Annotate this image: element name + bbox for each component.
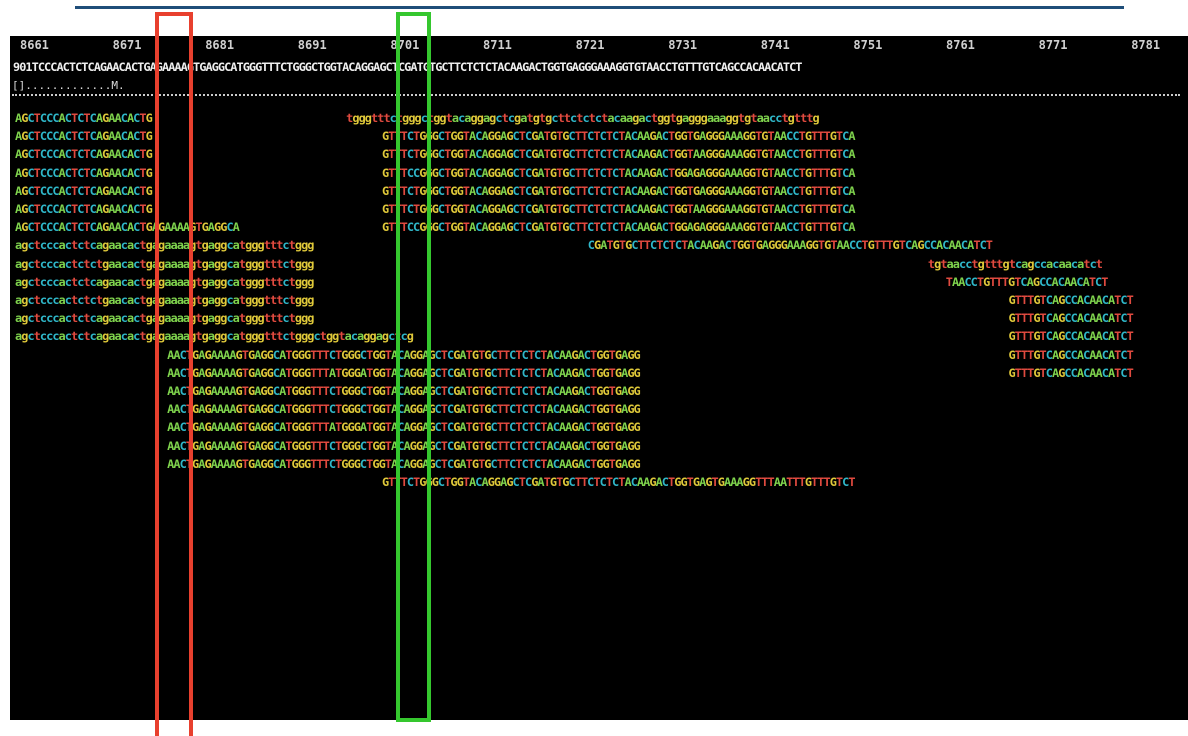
read-row-right[interactable]: CGATGTGCTTCTCTCTACAAGACTGGTGAGGGAAAGGTGT…: [588, 237, 993, 253]
read-row-right[interactable]: GTTTGTCAGCCACAACATCT: [1008, 310, 1133, 326]
read-row-right[interactable]: GTTTCCGGGCTGGTACAGGAGCTCGATGTGCTTCTCTCTA…: [382, 219, 856, 235]
ruler-tick: 8761: [946, 38, 975, 52]
read-row-right[interactable]: GTTTCTGGGCTGGTACAGGAGCTCGATGTGCTTCTCTCTA…: [382, 146, 856, 162]
read-row-right[interactable]: GTTTCCGGGCTGGTACAGGAGCTCGATGTGCTTCTCTCTA…: [382, 165, 856, 181]
ruler-tick: 8711: [483, 38, 512, 52]
ruler-tick: 8731: [668, 38, 698, 52]
read-row-right[interactable]: GTTTCTGGGCTGGTACAGGAGCTCGATGTGCTTCTCTCTA…: [382, 128, 856, 144]
red-highlight-box: [155, 12, 193, 736]
ruler-tick: 8671: [112, 38, 142, 52]
ruler-tick: 8741: [760, 38, 790, 52]
ruler-tick: 8681: [205, 38, 235, 52]
ruler-tick: 8721: [575, 38, 605, 52]
read-row[interactable]: agctcccactctcagaacactgagaaaagtgaggcatggg…: [15, 328, 414, 344]
ruler-tick: 8661: [20, 38, 49, 52]
read-row-right[interactable]: GTTTCTGGGCTGGTACAGGAGCTCGATGTGCTTCTCTCTA…: [382, 201, 856, 217]
read-row[interactable]: AGCTCCCACTCTCAGAACACTGAGAAAAGTGAGGCA: [15, 219, 240, 235]
ruler-tick: 8751: [853, 38, 883, 52]
read-row-right[interactable]: GTTTGTCAGCCACAACATCT: [1008, 365, 1133, 381]
ruler-tick: 8691: [297, 38, 327, 52]
read-row-right[interactable]: GTTTCTGGGCTGGTACAGGAGCTCGATGTGCTTCTCTCTA…: [382, 183, 856, 199]
read-row[interactable]: AGCTCCCACTCTCAGAACACTG: [15, 183, 153, 199]
green-highlight-box: [396, 12, 431, 722]
read-row-right[interactable]: GTTTGTCAGCCACAACATCT: [1008, 292, 1133, 308]
ruler-tick: 8771: [1038, 38, 1068, 52]
read-row[interactable]: AGCTCCCACTCTCAGAACACTG: [15, 110, 153, 126]
read-row[interactable]: AGCTCCCACTCTCAGAACACTG: [15, 146, 153, 162]
read-row[interactable]: GTTTCTGGGCTGGTACAGGAGCTCGATGTGCTTCTCTCTA…: [382, 474, 856, 490]
read-row-right[interactable]: TAACCTGTTTGTCAGCCACAACATCT: [946, 274, 1109, 290]
read-row[interactable]: AGCTCCCACTCTCAGAACACTG: [15, 165, 153, 181]
read-row-right[interactable]: tgtaacctgtttgtcagccacaacatct: [928, 256, 1103, 272]
read-row[interactable]: AGCTCCCACTCTCAGAACACTG: [15, 201, 153, 217]
top-divider: [75, 6, 1124, 9]
read-row[interactable]: AGCTCCCACTCTCAGAACACTG: [15, 128, 153, 144]
read-row-right[interactable]: GTTTGTCAGCCACAACATCT: [1008, 347, 1133, 363]
ruler-tick: 8781: [1131, 38, 1161, 52]
read-row-right[interactable]: GTTTGTCAGCCACAACATCT: [1008, 328, 1133, 344]
